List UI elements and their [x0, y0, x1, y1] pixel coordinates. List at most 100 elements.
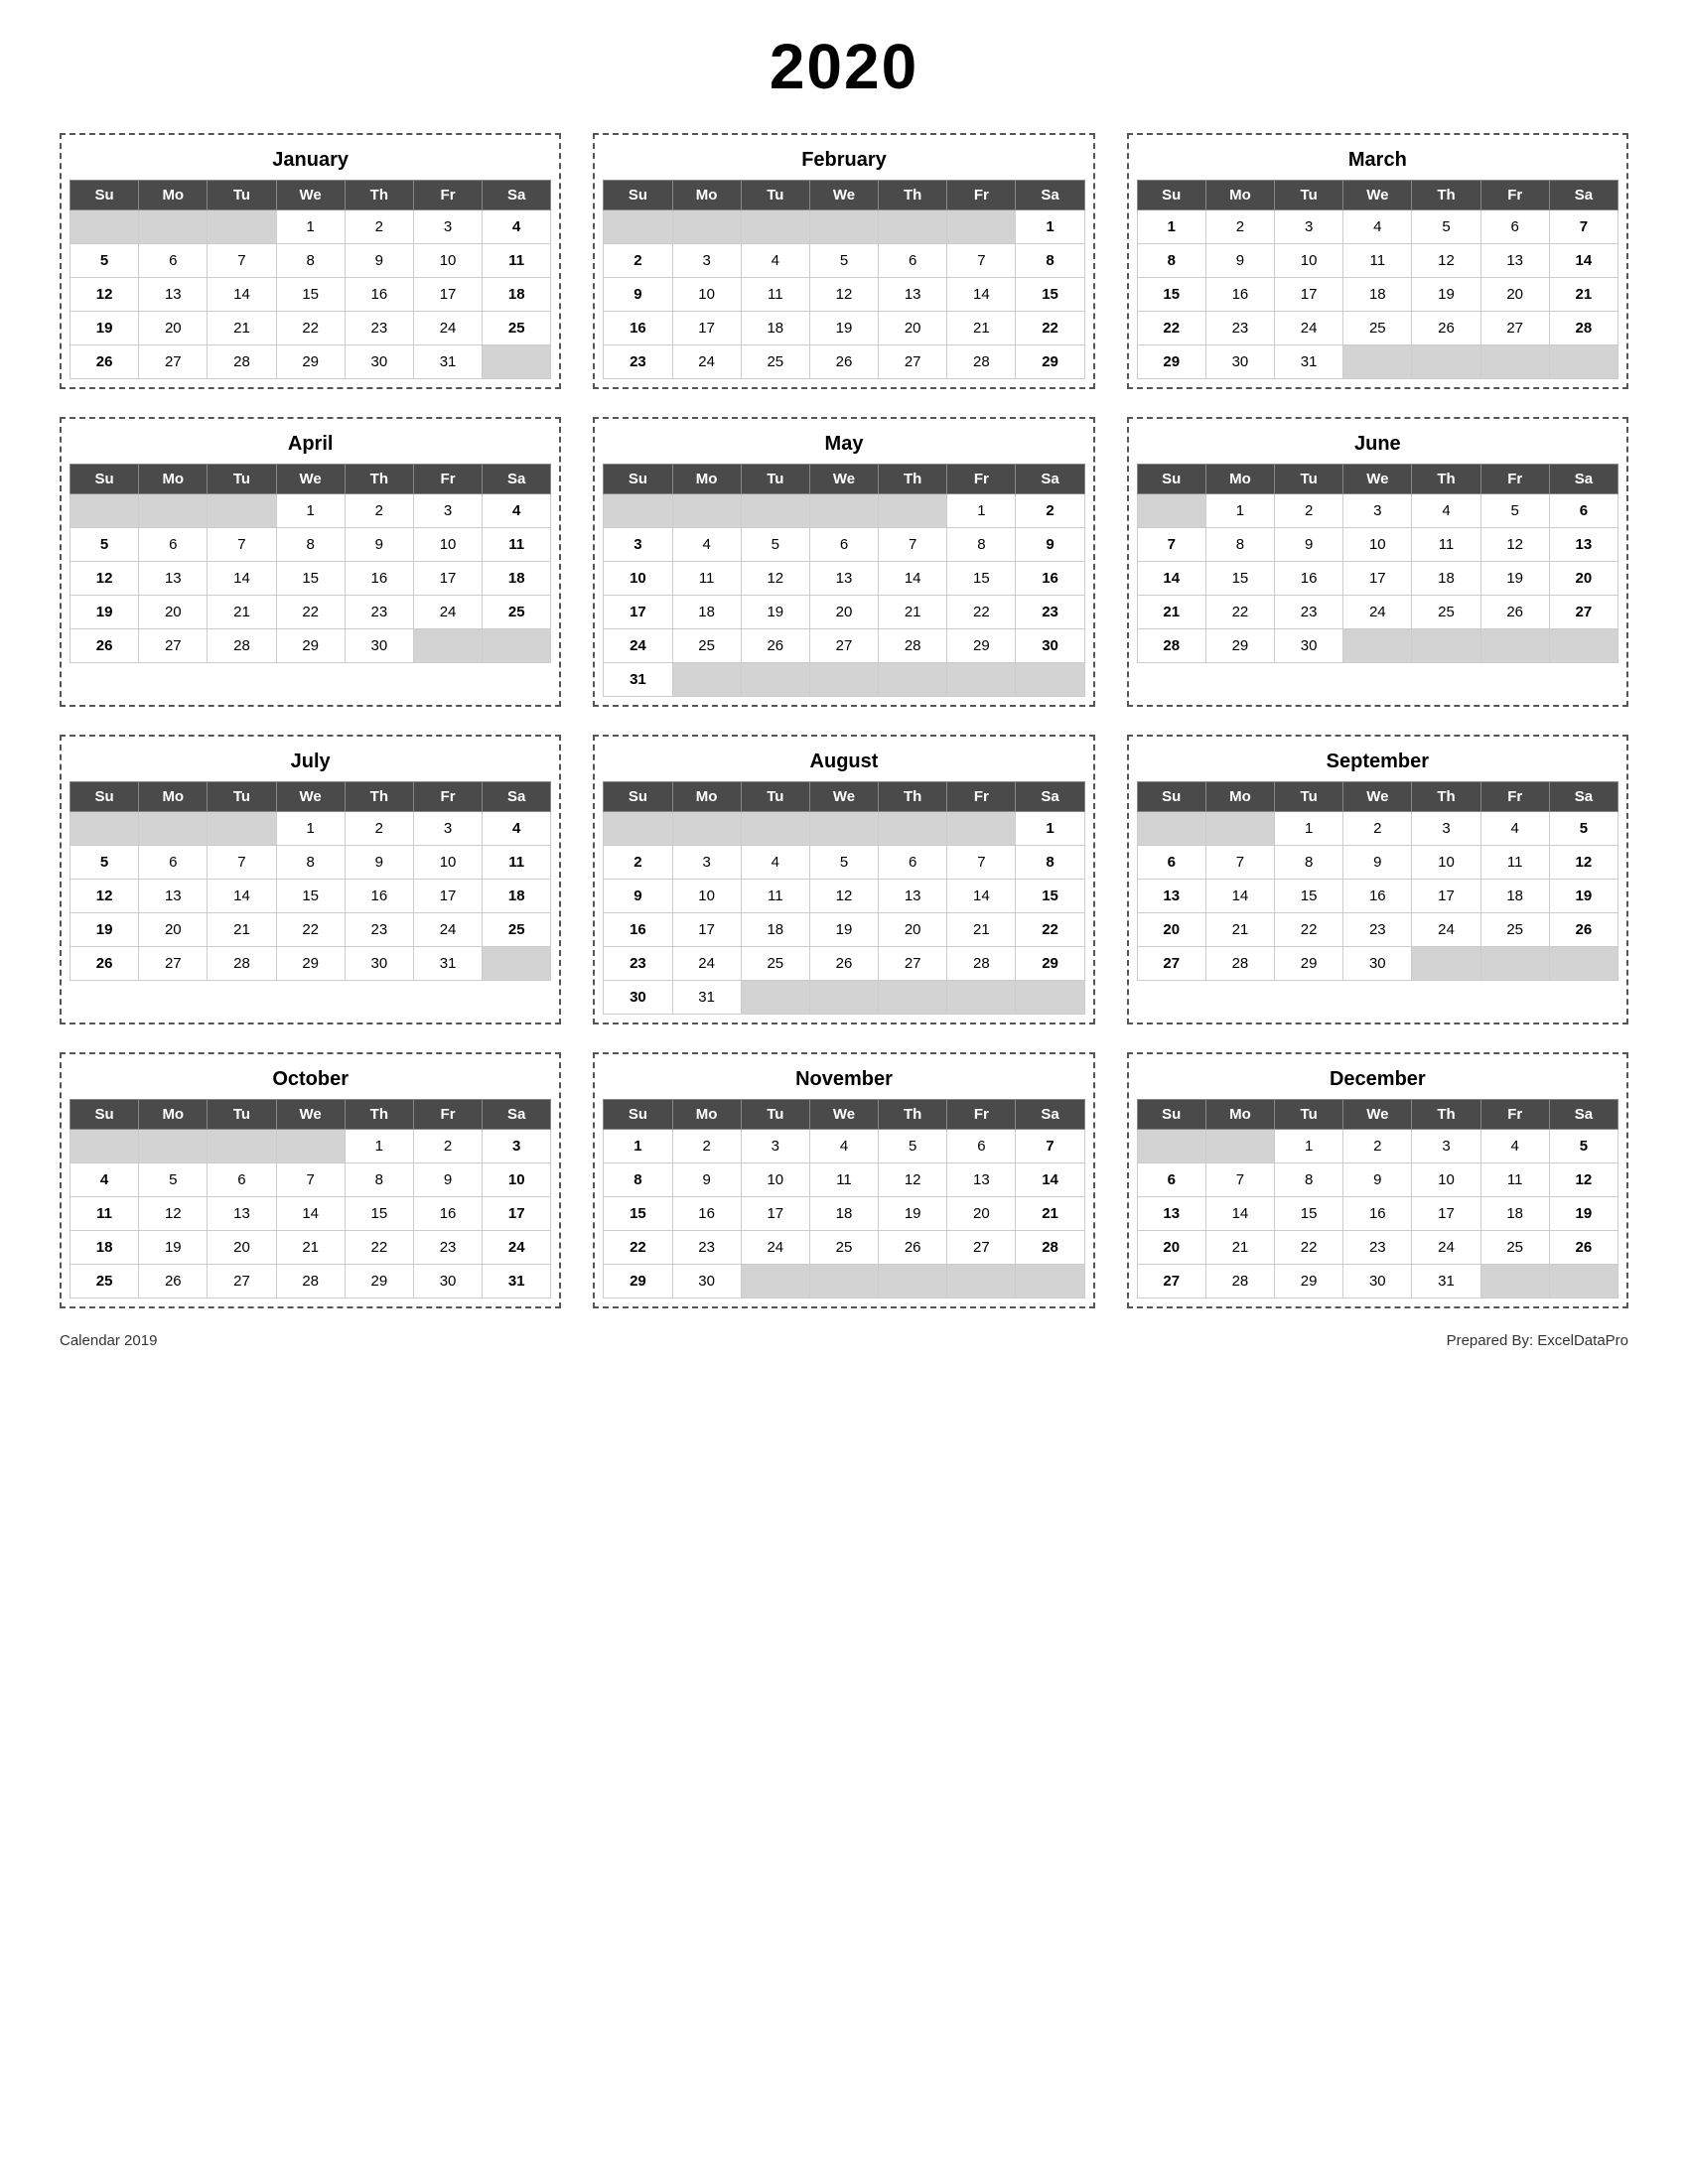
day-cell: 8	[345, 1163, 413, 1197]
day-cell: 7	[208, 528, 276, 562]
day-cell: 26	[809, 947, 878, 981]
day-cell	[741, 210, 809, 244]
day-cell: 17	[413, 562, 482, 596]
day-cell: 1	[1137, 210, 1205, 244]
day-cell: 13	[139, 562, 208, 596]
day-cell: 7	[208, 244, 276, 278]
day-cell: 11	[1343, 244, 1412, 278]
day-cell: 3	[1343, 494, 1412, 528]
day-cell: 22	[276, 596, 345, 629]
day-cell: 28	[208, 629, 276, 663]
day-cell: 22	[947, 596, 1016, 629]
day-cell	[1343, 345, 1412, 379]
day-cell: 3	[741, 1130, 809, 1163]
day-cell: 24	[413, 913, 482, 947]
page-title: 2020	[40, 30, 1648, 103]
day-cell	[208, 210, 276, 244]
day-cell: 28	[276, 1265, 345, 1298]
day-cell: 24	[672, 345, 741, 379]
day-cell: 11	[70, 1197, 139, 1231]
day-cell: 22	[1137, 312, 1205, 345]
day-cell: 27	[1480, 312, 1549, 345]
day-cell: 6	[1137, 846, 1205, 880]
day-header-fr: Fr	[947, 465, 1016, 494]
day-cell: 28	[947, 345, 1016, 379]
day-cell: 27	[1549, 596, 1618, 629]
day-header-tu: Tu	[1275, 181, 1343, 210]
day-header-fr: Fr	[947, 782, 1016, 812]
day-cell: 4	[741, 846, 809, 880]
day-cell: 10	[483, 1163, 551, 1197]
day-cell	[1016, 981, 1084, 1015]
day-header-sa: Sa	[483, 1100, 551, 1130]
day-cell	[879, 663, 947, 697]
day-cell: 21	[947, 312, 1016, 345]
day-cell: 6	[139, 244, 208, 278]
day-header-su: Su	[604, 181, 672, 210]
day-cell: 14	[208, 562, 276, 596]
day-cell: 28	[208, 947, 276, 981]
day-cell	[741, 1265, 809, 1298]
day-cell: 14	[1549, 244, 1618, 278]
day-cell: 8	[604, 1163, 672, 1197]
day-cell: 15	[1016, 278, 1084, 312]
day-cell: 11	[741, 880, 809, 913]
day-cell	[139, 1130, 208, 1163]
day-cell: 2	[604, 846, 672, 880]
day-cell: 2	[1016, 494, 1084, 528]
day-header-fr: Fr	[1480, 1100, 1549, 1130]
day-cell: 18	[741, 913, 809, 947]
day-cell: 2	[604, 244, 672, 278]
day-header-su: Su	[70, 782, 139, 812]
day-cell: 3	[1412, 1130, 1480, 1163]
month-box-february: FebruarySuMoTuWeThFrSa123456789101112131…	[593, 133, 1094, 389]
day-cell: 8	[1275, 846, 1343, 880]
day-cell: 25	[1480, 913, 1549, 947]
day-header-sa: Sa	[483, 181, 551, 210]
day-cell: 23	[1016, 596, 1084, 629]
day-cell: 12	[139, 1197, 208, 1231]
day-cell: 30	[604, 981, 672, 1015]
day-cell: 12	[879, 1163, 947, 1197]
day-cell: 5	[809, 244, 878, 278]
day-cell: 28	[208, 345, 276, 379]
month-table: SuMoTuWeThFrSa12345678910111213141516171…	[603, 464, 1084, 697]
day-cell: 25	[483, 913, 551, 947]
day-cell: 27	[879, 345, 947, 379]
day-cell: 23	[604, 947, 672, 981]
day-cell: 24	[1343, 596, 1412, 629]
day-cell: 8	[1205, 528, 1274, 562]
day-cell: 29	[1205, 629, 1274, 663]
day-cell: 24	[741, 1231, 809, 1265]
day-cell: 28	[1205, 1265, 1274, 1298]
day-header-we: We	[809, 1100, 878, 1130]
day-cell: 6	[947, 1130, 1016, 1163]
day-cell: 2	[345, 494, 413, 528]
day-cell	[483, 345, 551, 379]
day-cell: 20	[947, 1197, 1016, 1231]
month-table: SuMoTuWeThFrSa12345678910111213141516171…	[603, 1099, 1084, 1298]
day-cell: 4	[1480, 812, 1549, 846]
day-cell: 13	[208, 1197, 276, 1231]
day-cell: 29	[276, 947, 345, 981]
day-cell: 2	[672, 1130, 741, 1163]
day-cell	[809, 494, 878, 528]
day-cell	[604, 812, 672, 846]
day-cell: 26	[70, 629, 139, 663]
day-cell	[947, 1265, 1016, 1298]
day-cell	[1549, 629, 1618, 663]
day-cell: 29	[1016, 345, 1084, 379]
day-cell: 24	[1412, 1231, 1480, 1265]
day-cell: 25	[1343, 312, 1412, 345]
day-cell: 5	[1549, 1130, 1618, 1163]
day-cell: 11	[1480, 1163, 1549, 1197]
day-header-tu: Tu	[741, 782, 809, 812]
day-cell: 16	[1205, 278, 1274, 312]
day-cell: 27	[1137, 1265, 1205, 1298]
day-cell: 11	[1480, 846, 1549, 880]
day-cell: 13	[139, 278, 208, 312]
day-header-th: Th	[345, 465, 413, 494]
day-cell: 26	[70, 345, 139, 379]
day-cell: 13	[1137, 1197, 1205, 1231]
day-cell	[604, 494, 672, 528]
